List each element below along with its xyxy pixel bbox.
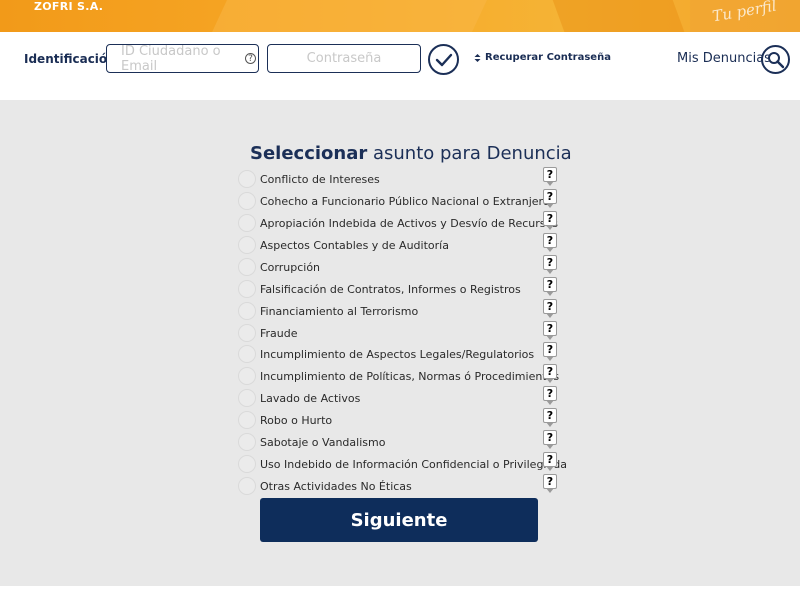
option-radio[interactable] [238,389,256,408]
option-row[interactable]: Corrupción? [238,254,558,278]
help-icon[interactable]: ? [543,254,557,274]
option-row[interactable]: Sabotaje o Vandalismo? [238,430,558,453]
option-radio[interactable] [238,257,256,276]
next-button[interactable]: Siguiente [260,498,538,542]
option-radio[interactable] [238,301,256,320]
option-row[interactable]: Financiamiento al Terrorismo? [238,298,558,322]
option-label: Lavado de Activos [260,392,361,406]
help-icon[interactable]: ? [543,210,557,230]
option-label: Incumplimiento de Políticas, Normas ó Pr… [260,370,560,384]
option-label: Cohecho a Funcionario Público Nacional o… [260,194,550,208]
footer [0,586,800,600]
my-reports-link[interactable]: Mis Denuncias [677,51,771,66]
id-input[interactable]: ID Ciudadano o Email [106,44,259,74]
page-title: Seleccionar asunto para Denuncia [250,143,572,164]
banner-decoration [199,0,501,32]
option-radio[interactable] [238,170,256,188]
id-help-icon[interactable]: ? [245,53,256,64]
option-row[interactable]: Aspectos Contables y de Auditoría? [238,232,558,256]
banner-decoration [545,0,695,32]
option-row[interactable]: Fraude? [238,320,558,344]
option-radio[interactable] [238,235,256,254]
title-bold: Seleccionar [250,143,368,164]
option-row[interactable]: Apropiación Indebida de Activos y Desvío… [238,210,558,234]
help-icon[interactable]: ? [543,276,557,296]
help-icon[interactable]: ? [543,188,557,208]
option-radio[interactable] [238,411,256,430]
option-row[interactable]: Uso Indebido de Información Confidencial… [238,452,567,475]
option-radio[interactable] [238,367,256,386]
option-label: Financiamiento al Terrorismo [260,304,419,318]
option-label: Otras Actividades No Éticas [260,480,412,494]
option-radio[interactable] [238,191,256,210]
option-row[interactable]: Robo o Hurto? [238,408,558,431]
option-row[interactable]: Conflicto de Intereses? [238,167,558,190]
search-icon [767,51,784,68]
help-icon[interactable]: ? [543,474,557,494]
option-radio[interactable] [238,455,256,474]
help-icon[interactable]: ? [543,342,557,362]
option-label: Aspectos Contables y de Auditoría [260,238,449,252]
recover-password-label: Recuperar Contraseña [485,52,611,63]
option-row[interactable]: Cohecho a Funcionario Público Nacional o… [238,188,558,212]
option-label: Robo o Hurto [260,414,333,428]
title-rest: asunto para Denuncia [367,143,572,164]
option-row[interactable]: Otras Actividades No Éticas? [238,474,558,497]
option-radio[interactable] [238,213,256,232]
option-row[interactable]: Incumplimiento de Aspectos Legales/Regul… [238,342,558,365]
refresh-icon [474,53,481,62]
help-icon[interactable]: ? [543,232,557,252]
identification-label: Identificación [24,52,116,66]
option-radio[interactable] [238,323,256,342]
option-row[interactable]: Falsificación de Contratos, Informes o R… [238,276,558,300]
option-row[interactable]: Incumplimiento de Políticas, Normas ó Pr… [238,364,560,387]
option-row[interactable]: Lavado de Activos? [238,386,558,409]
header-banner: ZOFRI S.A. Tu perfil [0,0,800,32]
option-label: Fraude [260,326,298,340]
option-label: Sabotaje o Vandalismo [260,436,386,450]
option-label: Incumplimiento de Aspectos Legales/Regul… [260,348,535,362]
option-radio[interactable] [238,477,256,496]
check-icon [435,53,452,66]
help-icon[interactable]: ? [543,430,557,450]
search-button[interactable] [761,45,790,74]
help-icon[interactable]: ? [543,320,557,340]
password-input[interactable]: Contraseña [267,44,421,73]
login-submit-button[interactable] [428,44,459,75]
help-icon[interactable]: ? [543,408,557,428]
option-label: Conflicto de Intereses [260,173,380,186]
option-label: Corrupción [260,260,321,274]
option-label: Apropiación Indebida de Activos y Desvío… [260,216,558,230]
option-label: Falsificación de Contratos, Informes o R… [260,282,521,296]
help-icon[interactable]: ? [543,364,557,384]
help-icon[interactable]: ? [543,386,557,406]
help-icon[interactable]: ? [543,452,557,472]
option-radio[interactable] [238,345,256,364]
option-label: Uso Indebido de Información Confidencial… [260,458,567,472]
help-icon[interactable]: ? [543,298,557,318]
help-icon[interactable]: ? [543,167,557,186]
recover-password-link[interactable]: Recuperar Contraseña [473,52,611,63]
option-radio[interactable] [238,433,256,452]
option-radio[interactable] [238,279,256,298]
brand-logo: ZOFRI S.A. [34,0,104,13]
